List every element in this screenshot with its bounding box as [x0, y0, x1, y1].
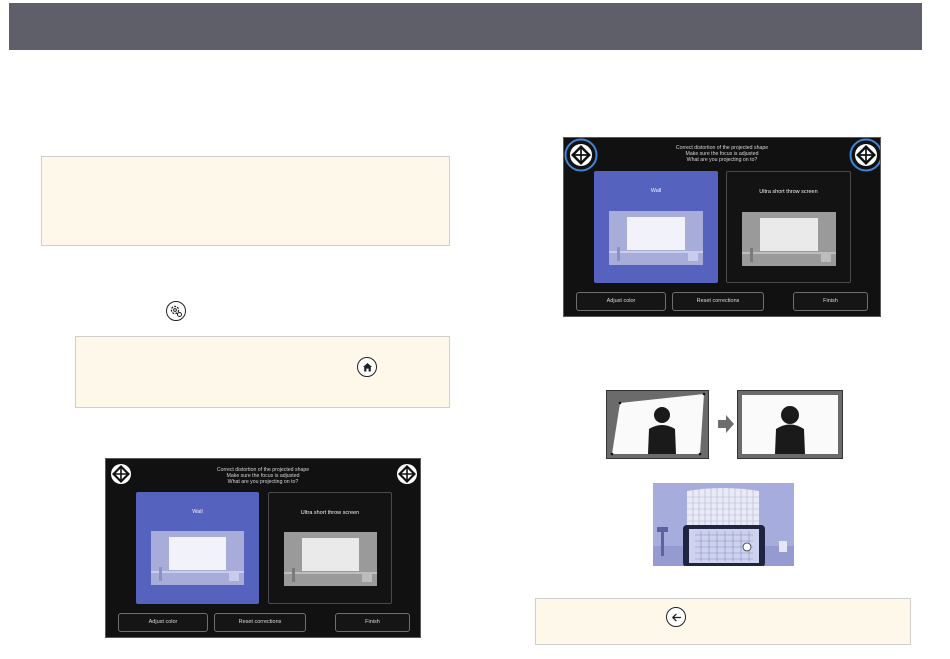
wall-option-label: Wall [650, 188, 662, 194]
wall-option-card[interactable]: Wall [594, 171, 718, 283]
note-box-back [535, 598, 911, 645]
ust-screen-option-card[interactable]: Ultra short throw screen [268, 492, 392, 604]
ust-option-label: Ultra short throw screen [300, 510, 360, 516]
right-arrow-icon [718, 415, 734, 433]
note-box [41, 156, 450, 246]
adjust-color-button[interactable]: Adjust color [576, 292, 666, 311]
wall-scene-image [609, 211, 703, 265]
home-icon [357, 357, 377, 377]
before-correction-image [606, 390, 709, 459]
calibration-target-icon [397, 464, 417, 484]
screen-instructions: Correct distortion of the projected shap… [564, 145, 880, 164]
calibration-target-icon [849, 138, 880, 172]
distortion-correction-diagram [606, 390, 843, 459]
wall-option-card[interactable]: Wall [136, 492, 259, 604]
after-correction-image [737, 390, 843, 459]
reset-corrections-button[interactable]: Reset corrections [672, 292, 764, 311]
instruction-line-3: What are you projecting on to? [227, 479, 299, 486]
ust-scene-image [742, 212, 836, 266]
calibration-target-icon [111, 464, 131, 484]
calibration-target-icon [564, 138, 598, 172]
back-arrow-icon [666, 607, 686, 627]
wall-option-label: Wall [192, 509, 203, 515]
finish-button[interactable]: Finish [335, 613, 410, 632]
projector-screen-left: Correct distortion of the projected shap… [105, 458, 421, 638]
smartphone-correction-image [653, 483, 794, 566]
wall-scene-image [151, 531, 244, 585]
projector-screen-right: Correct distortion of the projected shap… [563, 137, 881, 317]
ust-screen-option-card[interactable]: Ultra short throw screen [726, 171, 851, 283]
gear-icon [166, 301, 186, 321]
reset-corrections-button[interactable]: Reset corrections [214, 613, 306, 632]
adjust-color-button[interactable]: Adjust color [118, 613, 208, 632]
screen-instructions: Correct distortion of the projected shap… [106, 467, 420, 486]
ust-scene-image [284, 532, 377, 586]
page-header-bar [9, 3, 922, 50]
ust-option-label: Ultra short throw screen [759, 189, 818, 195]
instruction-line-3: What are you projecting on to? [686, 157, 758, 164]
note-box-home [75, 336, 450, 408]
finish-button[interactable]: Finish [793, 292, 868, 311]
